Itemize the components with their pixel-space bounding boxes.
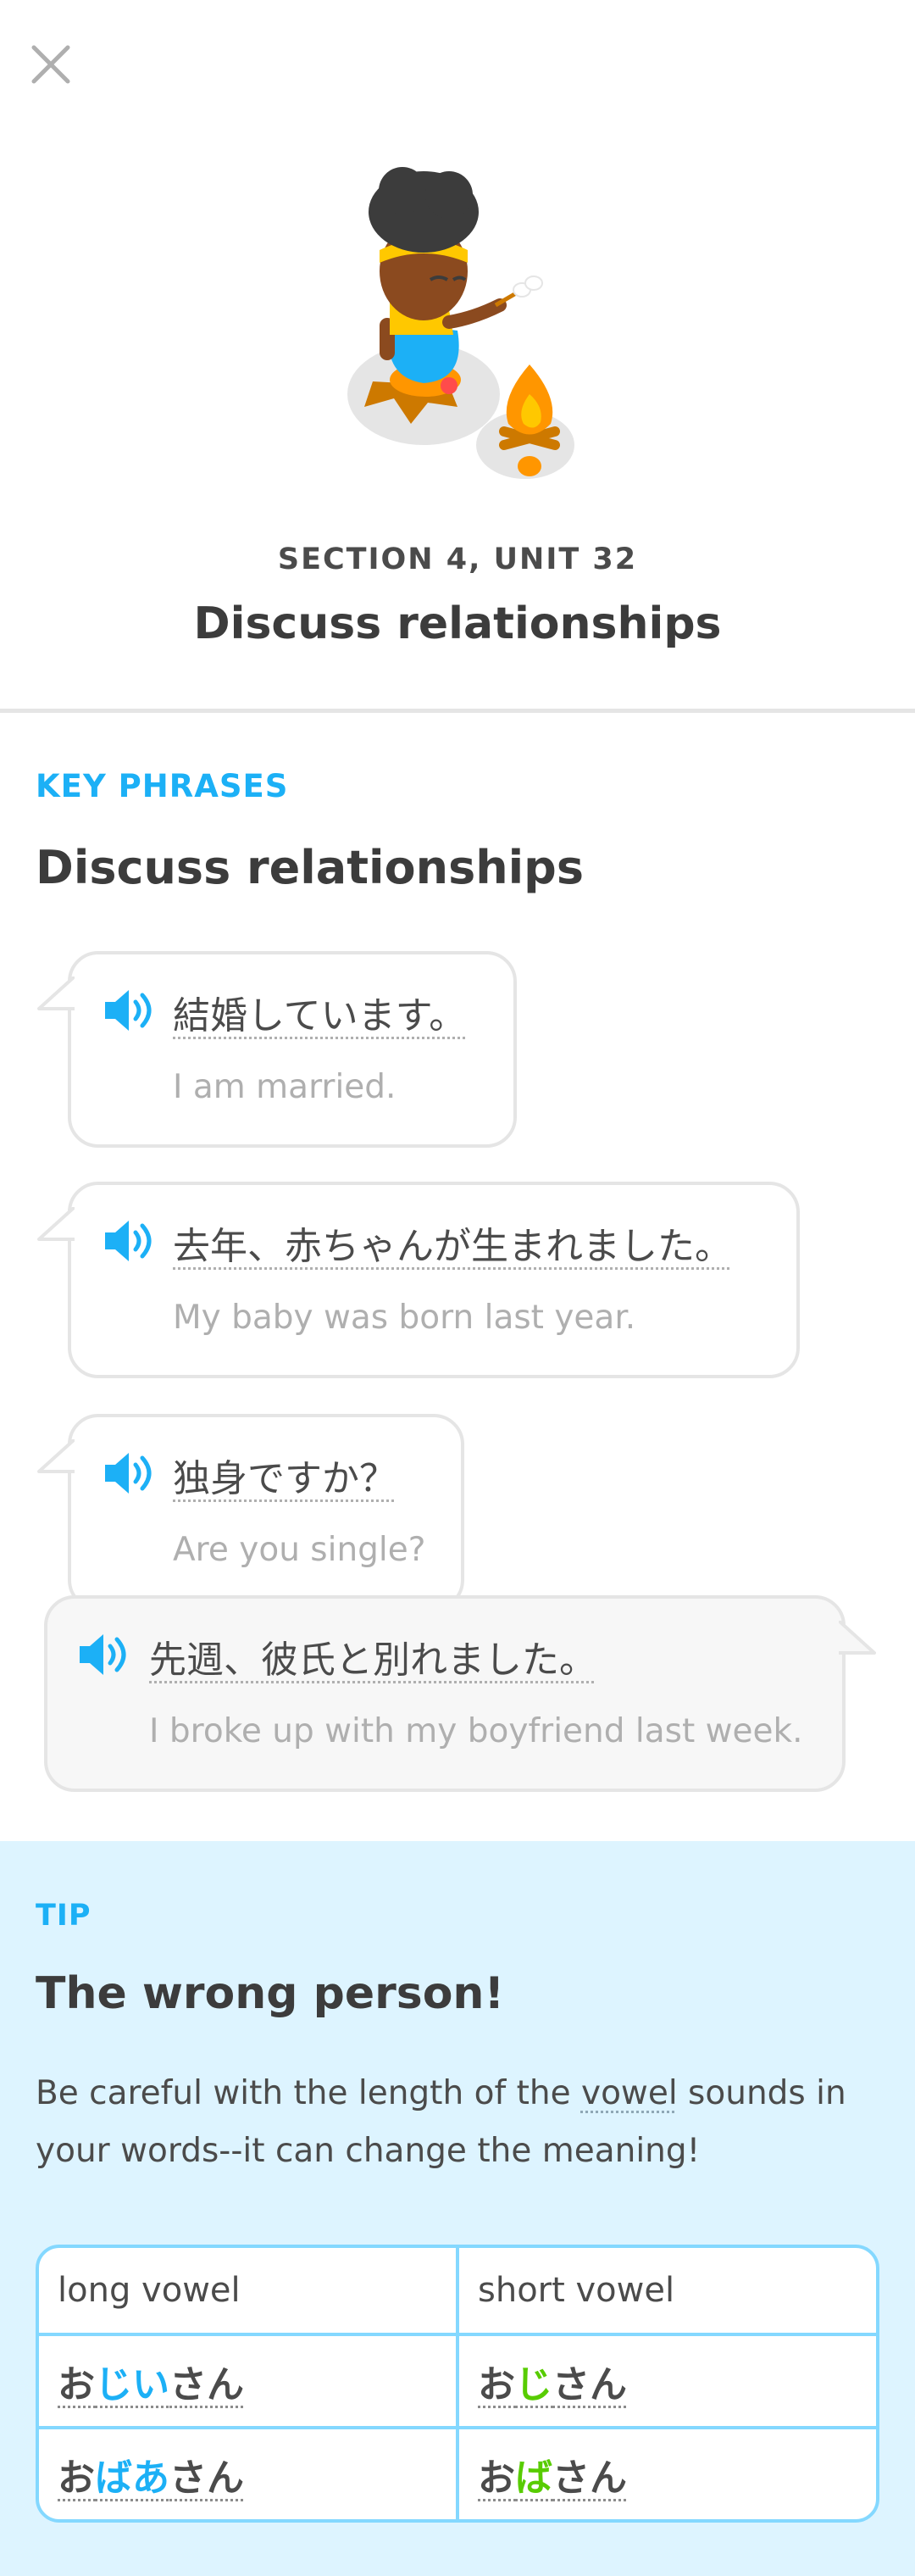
vowel-word[interactable]: おばさん <box>478 2447 627 2501</box>
tip-keyword[interactable]: vowel <box>581 2074 678 2112</box>
speaker-icon[interactable] <box>102 1219 156 1263</box>
vowel-word[interactable]: おじさん <box>478 2354 627 2408</box>
tip-title: The wrong person! <box>36 1968 505 2019</box>
table-header-short: short vowel <box>459 2248 876 2336</box>
close-button[interactable] <box>25 39 76 90</box>
key-phrases-label: KEY PHRASES <box>36 768 289 804</box>
phrase-bubble[interactable]: 去年、赤ちゃんが生まれました。 My baby was born last ye… <box>37 1182 800 1378</box>
phrase-bubble[interactable]: 先週、彼氏と別れました。 I broke up with my boyfrien… <box>44 1595 876 1792</box>
table-cell-short: おじさん <box>459 2336 876 2429</box>
speaker-icon[interactable] <box>102 988 156 1032</box>
key-phrases-heading: Discuss relationships <box>36 841 584 894</box>
phrase-english: Are you single? <box>173 1531 426 1569</box>
vowel-comparison-table: long vowel short vowel おじいさん おじさん おばあさん … <box>36 2245 879 2523</box>
speaker-icon[interactable] <box>76 1633 130 1677</box>
speaker-icon[interactable] <box>102 1451 156 1495</box>
close-icon <box>31 45 70 84</box>
phrase-english: I broke up with my boyfriend last week. <box>149 1712 803 1750</box>
table-cell-short: おばさん <box>459 2429 876 2519</box>
section-unit-label: SECTION 4, UNIT 32 <box>277 542 638 576</box>
table-cell-long: おじいさん <box>39 2336 459 2429</box>
unit-title: Discuss relationships <box>193 598 722 649</box>
bubble-tail <box>37 976 75 1010</box>
phrase-japanese[interactable]: 去年、赤ちゃんが生まれました。 <box>173 1216 762 1270</box>
phrase-japanese[interactable]: 独身ですか？ <box>173 1448 427 1502</box>
phrase-bubble[interactable]: 独身ですか？ Are you single? <box>37 1414 464 1611</box>
vowel-word[interactable]: おじいさん <box>58 2354 244 2408</box>
table-cell-long: おばあさん <box>39 2429 459 2519</box>
bubble-tail <box>37 1207 75 1241</box>
character-campfire-illustration <box>347 167 574 479</box>
tip-section: TIP The wrong person! Be careful with th… <box>0 1841 915 2576</box>
phrase-japanese[interactable]: 結婚しています。 <box>173 985 480 1039</box>
phrase-japanese[interactable]: 先週、彼氏と別れました。 <box>149 1629 808 1683</box>
phrase-english: My baby was born last year. <box>173 1299 636 1337</box>
divider <box>0 709 915 713</box>
tip-body-text: Be careful with the length of the <box>36 2074 581 2112</box>
bubble-tail <box>37 1439 75 1473</box>
vowel-word[interactable]: おばあさん <box>58 2447 244 2501</box>
phrase-english: I am married. <box>173 1068 396 1106</box>
table-header-long: long vowel <box>39 2248 459 2336</box>
tip-label: TIP <box>36 1899 92 1933</box>
phrase-bubble[interactable]: 結婚しています。 I am married. <box>37 951 517 1148</box>
bubble-tail <box>839 1621 876 1655</box>
tip-body: Be careful with the length of the vowel … <box>36 2065 883 2180</box>
